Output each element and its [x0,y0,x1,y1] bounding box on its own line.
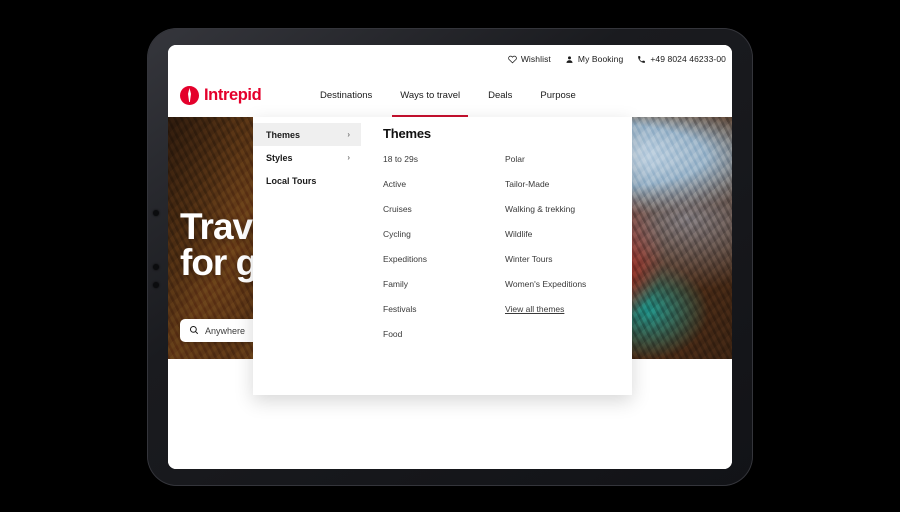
primary-nav: Destinations Ways to travel Deals Purpos… [306,73,590,117]
tablet-device-frame: Wishlist My Booking +49 8024 46233-00 In… [147,28,753,486]
theme-link-cruises[interactable]: Cruises [383,204,505,214]
intrepid-logo[interactable]: Intrepid [180,85,298,105]
brand-name: Intrepid [204,85,262,104]
main-navigation-bar: Intrepid Destinations Ways to travel Dea… [168,73,732,117]
theme-link-womens-expeditions[interactable]: Women's Expeditions [505,279,627,289]
search-icon [189,322,199,340]
theme-link-18-to-29s[interactable]: 18 to 29s [383,154,505,164]
theme-link-festivals[interactable]: Festivals [383,304,505,314]
theme-link-food[interactable]: Food [383,329,505,339]
my-booking-label: My Booking [577,54,624,64]
theme-link-polar[interactable]: Polar [505,154,627,164]
bezel-dot-icon [153,264,159,270]
phone-number-label: +49 8024 46233-00 [650,54,726,64]
megamenu-column-1: 18 to 29s Active Cruises Cycling Expedit… [383,154,505,354]
heart-icon [508,55,517,64]
nav-label: Deals [488,89,513,101]
wishlist-label: Wishlist [520,54,551,64]
megamenu-category-list: Themes › Styles › Local Tours [253,117,361,395]
my-booking-link[interactable]: My Booking [565,54,623,64]
megamenu-panel: Themes 18 to 29s Active Cruises Cycling … [361,117,632,395]
megamenu-panel-heading: Themes [383,126,431,141]
megamenu-category-themes[interactable]: Themes › [253,123,361,146]
theme-link-expeditions[interactable]: Expeditions [383,254,505,264]
theme-link-winter-tours[interactable]: Winter Tours [505,254,627,264]
screenshot-stage: Wishlist My Booking +49 8024 46233-00 In… [0,0,900,512]
chevron-right-icon: › [347,152,350,162]
theme-link-family[interactable]: Family [383,279,505,289]
wishlist-link[interactable]: Wishlist [508,54,551,64]
utility-bar: Wishlist My Booking +49 8024 46233-00 [168,45,732,73]
category-label: Themes [266,129,301,140]
theme-link-active[interactable]: Active [383,179,505,189]
view-all-themes-link[interactable]: View all themes [505,304,627,314]
ways-to-travel-megamenu: Themes › Styles › Local Tours Themes 18 … [253,117,632,395]
chevron-right-icon: › [347,129,350,139]
megamenu-category-local-tours[interactable]: Local Tours [253,169,361,192]
nav-label: Ways to travel [400,89,461,101]
theme-link-wildlife[interactable]: Wildlife [505,229,627,239]
megamenu-link-columns: 18 to 29s Active Cruises Cycling Expedit… [383,154,632,354]
category-label: Styles [266,152,293,163]
tablet-screen: Wishlist My Booking +49 8024 46233-00 In… [168,45,732,469]
search-input[interactable]: Anywhere [205,326,245,336]
nav-label: Destinations [320,89,373,101]
theme-link-walking-trekking[interactable]: Walking & trekking [505,204,627,214]
phone-link[interactable]: +49 8024 46233-00 [637,54,726,64]
theme-link-cycling[interactable]: Cycling [383,229,505,239]
phone-icon [637,55,646,64]
nav-item-destinations[interactable]: Destinations [306,73,386,117]
nav-item-deals[interactable]: Deals [474,73,526,117]
user-icon [565,55,574,64]
intrepid-compass-logo-icon [180,85,199,105]
bezel-dot-icon [153,210,159,216]
megamenu-column-2: Polar Tailor-Made Walking & trekking Wil… [505,154,627,354]
bezel-dot-icon [153,282,159,288]
nav-item-purpose[interactable]: Purpose [526,73,589,117]
theme-link-tailor-made[interactable]: Tailor-Made [505,179,627,189]
category-label: Local Tours [266,175,317,186]
nav-label: Purpose [540,89,576,101]
megamenu-category-styles[interactable]: Styles › [253,146,361,169]
nav-item-ways-to-travel[interactable]: Ways to travel [386,73,474,117]
